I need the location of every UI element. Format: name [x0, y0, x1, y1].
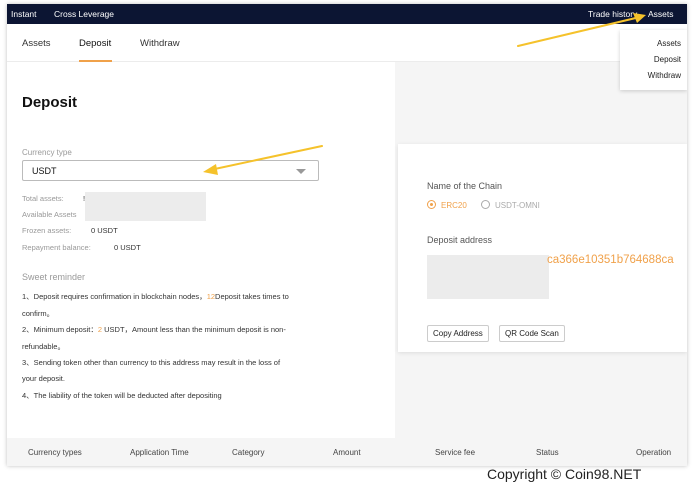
tab-assets[interactable]: Assets [22, 38, 51, 49]
qr-code-scan-button[interactable]: QR Code Scan [499, 325, 565, 342]
assets-dropdown-menu: Assets Deposit Withdraw [620, 30, 687, 90]
available-assets-label: Available Assets [22, 210, 77, 219]
erc20-label[interactable]: ERC20 [441, 201, 467, 210]
dropdown-item-withdraw[interactable]: Withdraw [648, 71, 681, 80]
reminder-line-2-cont: refundable。 [22, 342, 65, 351]
page-title: Deposit [22, 94, 78, 111]
nav-cross-leverage[interactable]: Cross Leverage [54, 9, 114, 19]
reminder-text: Deposit takes times to [215, 292, 289, 301]
reminder-line-3: 3、Sending token other than currency to t… [22, 358, 281, 367]
deposit-address-label: Deposit address [427, 235, 493, 245]
redacted-address [427, 255, 549, 299]
col-operation: Operation [636, 448, 672, 457]
history-table-header: Currency types Application Time Category… [7, 438, 687, 466]
nav-trade-history[interactable]: Trade history [588, 9, 637, 19]
reminder-text: 2、Minimum deposit： [22, 325, 98, 334]
deposit-address-value[interactable]: ca366e10351b764688ca [547, 254, 674, 266]
tab-deposit[interactable]: Deposit [79, 38, 111, 49]
col-service-fee: Service fee [435, 448, 476, 457]
redacted-balance [85, 192, 206, 221]
reminder-text: 1、Deposit requires confirmation in block… [22, 292, 207, 301]
usdt-omni-label[interactable]: USDT-OMNI [495, 201, 540, 210]
deposit-address-card: Name of the Chain ERC20 USDT-OMNI Deposi… [398, 144, 687, 352]
currency-type-label: Currency type [22, 148, 72, 157]
dropdown-item-assets[interactable]: Assets [657, 39, 681, 48]
copy-address-button[interactable]: Copy Address [427, 325, 489, 342]
deposit-form-panel [7, 62, 395, 442]
reminder-line-4: 4、The liability of the token will be ded… [22, 391, 222, 400]
reminder-line-1-cont: confirm。 [22, 309, 55, 318]
repayment-balance-value: 0 USDT [114, 243, 141, 252]
total-assets-label: Total assets: [22, 194, 64, 203]
nav-instant[interactable]: Instant [11, 9, 37, 19]
erc20-radio[interactable] [427, 200, 436, 209]
copyright-watermark: Copyright © Coin98.NET [487, 466, 642, 482]
reminder-title: Sweet reminder [22, 272, 86, 282]
confirmation-count: 12 [206, 292, 216, 301]
col-currency-types: Currency types [28, 448, 82, 457]
asset-tabs: Assets Deposit Withdraw [7, 24, 687, 62]
col-category: Category [232, 448, 265, 457]
currency-selected-value: USDT [32, 166, 57, 176]
nav-assets[interactable]: Assets [648, 9, 674, 19]
frozen-assets-value: 0 USDT [91, 226, 118, 235]
reminder-text: USDT，Amount less than the minimum deposi… [102, 325, 286, 334]
col-application-time: Application Time [130, 448, 189, 457]
frozen-assets-label: Frozen assets: [22, 226, 72, 235]
chevron-down-icon [296, 169, 306, 174]
reminder-line-2: 2、Minimum deposit：2 USDT，Amount less tha… [22, 324, 286, 335]
app-window: Instant Cross Leverage Trade history Ass… [7, 4, 687, 466]
chain-name-label: Name of the Chain [427, 181, 503, 191]
tab-withdraw[interactable]: Withdraw [140, 38, 180, 49]
top-nav: Instant Cross Leverage Trade history Ass… [7, 4, 687, 24]
dropdown-item-deposit[interactable]: Deposit [654, 55, 681, 64]
col-status: Status [536, 448, 559, 457]
repayment-balance-label: Repayment balance: [22, 243, 91, 252]
reminder-line-3-cont: your deposit. [22, 374, 65, 383]
currency-select[interactable]: USDT [22, 160, 319, 181]
reminder-line-1: 1、Deposit requires confirmation in block… [22, 291, 289, 302]
col-amount: Amount [333, 448, 361, 457]
usdt-omni-radio[interactable] [481, 200, 490, 209]
